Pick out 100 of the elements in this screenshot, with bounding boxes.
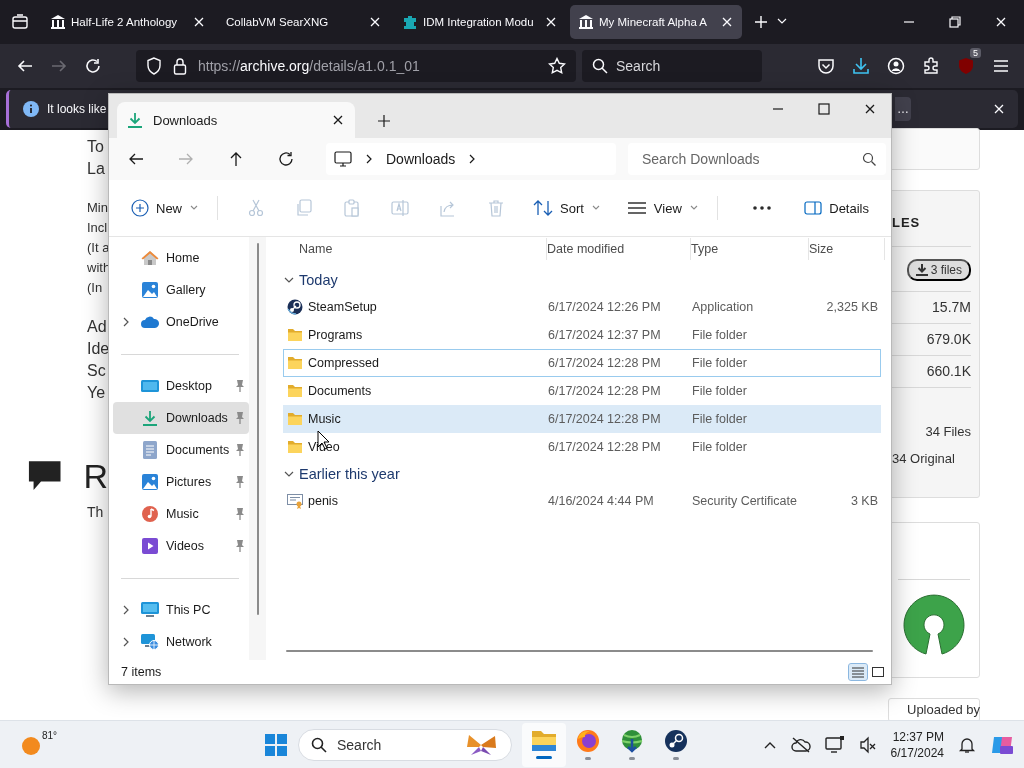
expand-icon[interactable] bbox=[121, 604, 131, 616]
pictures-icon bbox=[142, 474, 158, 490]
file-name: Documents bbox=[308, 384, 372, 398]
scrollbar[interactable] bbox=[256, 243, 259, 615]
nav-item[interactable]: This PC bbox=[113, 594, 249, 626]
column-header[interactable]: Name bbox=[299, 242, 333, 256]
new-button[interactable]: New bbox=[127, 195, 203, 221]
globe-icon[interactable] bbox=[619, 729, 645, 753]
file-row[interactable]: Music 6/17/2024 12:28 PM File folder bbox=[283, 405, 881, 433]
browser-tab[interactable]: IDM Integration Modu bbox=[394, 5, 566, 39]
close-icon[interactable] bbox=[192, 15, 206, 29]
clock[interactable]: 12:37 PM 6/17/2024 bbox=[890, 728, 944, 761]
cloud-off-icon[interactable] bbox=[790, 736, 811, 753]
close-icon[interactable] bbox=[720, 15, 734, 29]
certificate-icon bbox=[287, 493, 303, 509]
nav-item[interactable]: OneDrive bbox=[113, 306, 249, 338]
monitor-icon bbox=[334, 151, 352, 167]
notification-button[interactable]: … bbox=[895, 97, 911, 121]
tab-list-icon[interactable] bbox=[10, 12, 30, 32]
page-text: Incl bbox=[87, 219, 108, 237]
expand-icon[interactable] bbox=[121, 636, 131, 648]
download-icon bbox=[915, 264, 928, 276]
file-row[interactable]: SteamSetup 6/17/2024 12:26 PM Application 2,325 KB bbox=[283, 293, 881, 321]
new-tab-icon[interactable] bbox=[377, 114, 391, 128]
pocket-icon[interactable] bbox=[817, 57, 835, 75]
folder-icon[interactable] bbox=[531, 730, 557, 752]
close-icon[interactable] bbox=[994, 15, 1008, 29]
column-header[interactable]: Type bbox=[691, 242, 719, 256]
network-icon[interactable] bbox=[824, 735, 845, 754]
close-icon[interactable] bbox=[331, 113, 345, 127]
start-icon[interactable] bbox=[264, 732, 288, 757]
page-text: Th bbox=[86, 504, 105, 520]
search-field[interactable]: Search Downloads bbox=[628, 143, 886, 175]
type-cell-text: File folder bbox=[692, 328, 748, 342]
group-header[interactable]: Earlier this year bbox=[299, 466, 400, 482]
file-row[interactable]: penis 4/16/2024 4:44 PM Security Certificate 3 KB bbox=[283, 487, 881, 515]
breadcrumb-item[interactable]: Downloads bbox=[386, 151, 456, 167]
restore-icon[interactable] bbox=[948, 15, 962, 29]
nav-item[interactable]: Home bbox=[113, 242, 249, 274]
up-icon[interactable] bbox=[228, 151, 244, 167]
menu-icon[interactable] bbox=[992, 57, 1010, 75]
nav-item[interactable]: Pictures bbox=[113, 466, 249, 498]
download-icon[interactable] bbox=[852, 57, 870, 75]
notification-message: It looks like bbox=[47, 102, 107, 116]
column-header[interactable]: Date modified bbox=[547, 242, 625, 256]
address-bar[interactable]: https://archive.org/details/a1.0.1_01 bbox=[136, 50, 576, 82]
nav-item[interactable]: Documents bbox=[113, 434, 249, 466]
explorer-tab[interactable]: Downloads bbox=[117, 102, 355, 138]
column-header[interactable]: Size bbox=[809, 242, 834, 256]
view-button[interactable]: View bbox=[622, 196, 703, 220]
file-row[interactable]: Compressed 6/17/2024 12:28 PM File folder bbox=[283, 349, 881, 377]
reload-icon[interactable] bbox=[84, 57, 102, 75]
firefox-icon[interactable] bbox=[576, 729, 600, 753]
sort-icon bbox=[533, 199, 553, 217]
folder-icon bbox=[287, 356, 303, 370]
browser-tab[interactable]: CollabVM SearXNG bbox=[218, 5, 390, 39]
star-icon[interactable] bbox=[548, 57, 566, 75]
expand-icon[interactable] bbox=[121, 316, 131, 328]
back-icon[interactable] bbox=[128, 151, 144, 167]
desktop-icon bbox=[141, 379, 159, 393]
details-view-icon[interactable] bbox=[851, 666, 865, 678]
file-row[interactable]: Programs 6/17/2024 12:37 PM File folder bbox=[283, 321, 881, 349]
nav-item[interactable]: Music bbox=[113, 498, 249, 530]
music-icon bbox=[142, 506, 158, 522]
file-row[interactable]: Documents 6/17/2024 12:28 PM File folder bbox=[283, 377, 881, 405]
maximize-icon[interactable] bbox=[817, 102, 831, 116]
nav-item[interactable]: Videos bbox=[113, 530, 249, 562]
nav-item[interactable]: Gallery bbox=[113, 274, 249, 306]
tiles-view-icon[interactable] bbox=[871, 666, 885, 678]
steam-icon[interactable] bbox=[664, 729, 688, 753]
nav-item[interactable]: Desktop bbox=[113, 370, 249, 402]
size-cell-text: 2,325 KB bbox=[825, 300, 878, 314]
close-icon[interactable] bbox=[368, 15, 382, 29]
search-field[interactable]: Search bbox=[582, 50, 762, 82]
nav-item[interactable]: Downloads bbox=[113, 402, 249, 434]
volume-muted-icon[interactable] bbox=[858, 735, 877, 754]
download-button[interactable]: 3 files bbox=[906, 259, 971, 281]
group-header[interactable]: Today bbox=[299, 272, 338, 288]
caret-icon bbox=[189, 204, 199, 212]
more-icon[interactable] bbox=[751, 205, 772, 211]
account-icon[interactable] bbox=[887, 57, 905, 75]
close-icon[interactable] bbox=[863, 102, 877, 116]
close-icon[interactable] bbox=[992, 102, 1006, 116]
bell-icon[interactable] bbox=[958, 735, 976, 754]
file-name: Programs bbox=[308, 328, 363, 342]
file-size: 15.7M bbox=[931, 298, 971, 317]
breadcrumb-bar[interactable]: Downloads bbox=[326, 143, 616, 175]
columns-icon bbox=[50, 14, 66, 30]
nav-item[interactable]: Network bbox=[113, 626, 249, 658]
scrollbar[interactable] bbox=[286, 650, 873, 652]
sort-button[interactable]: Sort bbox=[529, 195, 605, 221]
page-text: Sc bbox=[87, 361, 107, 381]
file-row[interactable]: Video 6/17/2024 12:28 PM File folder bbox=[283, 433, 881, 461]
taskbar-search[interactable]: Search bbox=[298, 728, 512, 761]
browser-tab[interactable]: Half-Life 2 Anthology bbox=[42, 5, 214, 39]
browser-tab[interactable]: My Minecraft Alpha A bbox=[570, 5, 742, 39]
puzzle-icon[interactable] bbox=[922, 57, 940, 75]
details-button[interactable]: Details bbox=[800, 196, 873, 220]
close-icon[interactable] bbox=[544, 15, 558, 29]
refresh-icon[interactable] bbox=[278, 151, 294, 167]
